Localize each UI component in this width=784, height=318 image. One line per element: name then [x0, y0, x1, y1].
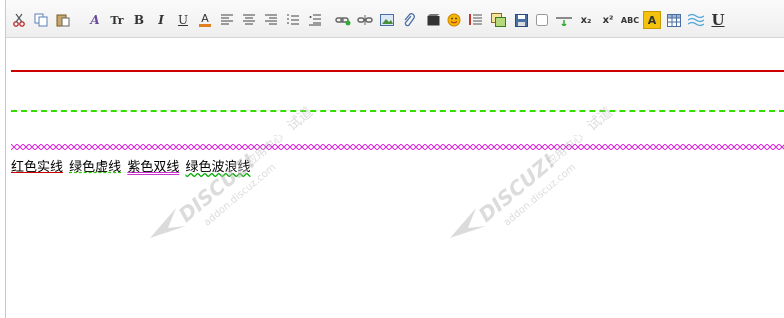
spell-check-button[interactable]: ABC	[620, 9, 640, 31]
watermark-left: DISCUZ! 应用中心 试道 addon.discuz.com	[146, 98, 346, 248]
checkbox-icon[interactable]	[532, 9, 552, 31]
bold-button[interactable]: B	[129, 9, 149, 31]
underline-label: U	[177, 13, 189, 27]
font-color-button[interactable]: A	[195, 9, 215, 31]
watermark-logo-right: DISCUZ! 应用中心 试道 addon.discuz.com	[450, 104, 616, 238]
svg-text:应用中心: 应用中心	[244, 129, 287, 168]
subscript-label: x₂	[580, 14, 592, 26]
copy-icon[interactable]	[31, 9, 51, 31]
purple-wavy-line	[11, 144, 784, 150]
superscript-button[interactable]: x²	[598, 9, 618, 31]
quote-icon[interactable]	[466, 9, 486, 31]
font-size-label: Tr	[110, 13, 124, 27]
highlight-button[interactable]: A	[643, 11, 661, 29]
editor-toolbar: A Tr B I U A x₂ x² ABC A U	[6, 0, 784, 38]
highlight-label: A	[647, 13, 657, 27]
underline-button[interactable]: U	[173, 9, 193, 31]
font-color-swatch	[199, 24, 211, 27]
svg-text:试道: 试道	[284, 104, 316, 134]
font-family-button[interactable]: A	[85, 9, 105, 31]
svg-text:试道: 试道	[584, 104, 616, 134]
underline-style-button[interactable]: U	[708, 9, 728, 31]
font-color-label: A	[201, 12, 209, 25]
bold-label: B	[133, 13, 145, 27]
sample-green-dashed: 绿色虚线	[69, 160, 122, 175]
image-icon[interactable]	[377, 9, 397, 31]
svg-text:应用中心: 应用中心	[544, 129, 587, 168]
media-icon[interactable]	[423, 9, 443, 31]
watermark-logo-left: DISCUZ! 应用中心 试道 addon.discuz.com	[150, 104, 316, 238]
ordered-list-icon[interactable]	[283, 9, 303, 31]
horizontal-rule-icon[interactable]	[554, 9, 574, 31]
unlink-icon[interactable]	[355, 9, 375, 31]
table-icon[interactable]	[664, 9, 684, 31]
watermark-right: DISCUZ! 应用中心 试道 addon.discuz.com	[446, 98, 666, 248]
save-icon[interactable]	[511, 9, 531, 31]
smiley-icon[interactable]	[444, 9, 464, 31]
red-solid-line	[11, 70, 784, 72]
attachment-icon[interactable]	[399, 9, 419, 31]
align-left-icon[interactable]	[217, 9, 237, 31]
underline-style-label: U	[711, 11, 725, 29]
align-center-icon[interactable]	[239, 9, 259, 31]
subscript-button[interactable]: x₂	[576, 9, 596, 31]
insert-block-icon[interactable]	[488, 9, 508, 31]
superscript-label: x²	[602, 14, 614, 26]
sample-red-solid: 红色实线	[11, 160, 64, 175]
cut-icon[interactable]	[9, 9, 29, 31]
font-size-button[interactable]: Tr	[107, 9, 127, 31]
spell-check-label: ABC	[620, 15, 640, 25]
unordered-list-icon[interactable]	[305, 9, 325, 31]
editor-content[interactable]: 红色实线 绿色虚线 紫色双线 绿色波浪线 DISCUZ! 应用中心 试道 add…	[6, 38, 784, 318]
italic-label: I	[158, 13, 164, 27]
rich-text-editor: A Tr B I U A x₂ x² ABC A U 红色实线 绿色虚线 紫色双…	[5, 0, 784, 318]
wave-icon[interactable]	[686, 9, 706, 31]
align-right-icon[interactable]	[261, 9, 281, 31]
green-dashed-line	[11, 110, 784, 112]
font-family-label: A	[90, 13, 100, 27]
link-icon[interactable]	[333, 9, 353, 31]
paste-icon[interactable]	[53, 9, 73, 31]
italic-button[interactable]: I	[151, 9, 171, 31]
